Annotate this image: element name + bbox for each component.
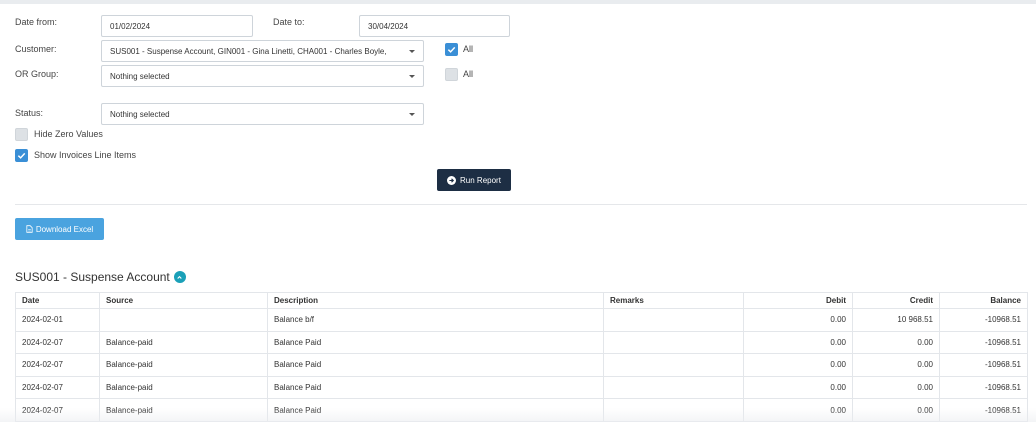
customer-select-value: SUS001 - Suspense Account, GIN001 - Gina…	[110, 46, 387, 56]
run-report-label: Run Report	[460, 175, 501, 185]
cell-debit: 0.00	[743, 353, 853, 377]
status-select-value: Nothing selected	[110, 109, 170, 119]
cell-debit: 0.00	[743, 398, 853, 422]
section-header: SUS001 - Suspense Account	[15, 270, 186, 284]
or-group-label: OR Group:	[15, 69, 59, 79]
cell-date: 2024-02-07	[15, 398, 100, 422]
caret-down-icon	[409, 74, 415, 78]
cell-description: Balance Paid	[267, 375, 604, 400]
date-to-value: 30/04/2024	[368, 21, 409, 31]
date-to-input[interactable]: 30/04/2024	[359, 15, 510, 37]
section-title: SUS001 - Suspense Account	[15, 270, 170, 284]
file-icon	[26, 225, 33, 233]
table-row: 2024-02-07 Balance-paid Balance Paid 0.0…	[15, 330, 1028, 355]
hide-zero-checkbox[interactable]	[15, 128, 28, 141]
cell-remarks	[603, 308, 744, 332]
column-header-description: Description	[267, 292, 604, 309]
or-group-all-checkbox[interactable]	[445, 68, 458, 81]
table-row: 2024-02-07 Balance-paid Balance Paid 0.0…	[15, 375, 1028, 400]
cell-remarks	[603, 398, 744, 422]
cell-credit: 0.00	[852, 353, 940, 377]
run-report-button[interactable]: Run Report	[437, 169, 511, 191]
cell-credit: 0.00	[852, 375, 940, 400]
cell-description: Balance Paid	[267, 353, 604, 377]
customer-select[interactable]: SUS001 - Suspense Account, GIN001 - Gina…	[101, 40, 424, 62]
cell-remarks	[603, 375, 744, 400]
cell-remarks	[603, 353, 744, 377]
cell-date: 2024-02-01	[15, 308, 100, 332]
date-from-label: Date from:	[15, 17, 58, 27]
status-select[interactable]: Nothing selected	[101, 103, 424, 125]
table-row: 2024-02-07 Balance-paid Balance Paid 0.0…	[15, 353, 1028, 377]
cell-balance: -10968.51	[939, 375, 1028, 400]
cell-credit: 0.00	[852, 398, 940, 422]
cell-source: Balance-paid	[99, 375, 268, 400]
date-from-input[interactable]: 01/02/2024	[101, 15, 253, 37]
date-to-label: Date to:	[273, 17, 305, 27]
cell-balance: -10968.51	[939, 330, 1028, 355]
cell-debit: 0.00	[743, 375, 853, 400]
customer-label: Customer:	[15, 44, 57, 54]
cell-balance: -10968.51	[939, 353, 1028, 377]
column-header-remarks: Remarks	[603, 292, 744, 309]
cell-source: Balance-paid	[99, 330, 268, 355]
cell-remarks	[603, 330, 744, 355]
cell-debit: 0.00	[743, 330, 853, 355]
chevron-up-circle-icon[interactable]	[173, 271, 186, 283]
download-excel-label: Download Excel	[35, 224, 94, 234]
column-header-source: Source	[99, 292, 268, 309]
date-from-value: 01/02/2024	[110, 21, 151, 31]
table-row: 2024-02-01 Balance b/f 0.00 10 968.51 -1…	[15, 308, 1028, 332]
cell-date: 2024-02-07	[15, 375, 100, 400]
or-group-select-value: Nothing selected	[110, 71, 170, 81]
divider	[15, 204, 1027, 205]
show-invoice-lines-label: Show Invoices Line Items	[34, 150, 137, 160]
status-label: Status:	[15, 108, 44, 118]
cell-date: 2024-02-07	[15, 330, 100, 355]
cell-balance: -10968.51	[939, 308, 1028, 332]
cell-credit: 0.00	[852, 330, 940, 355]
cell-source: Balance-paid	[99, 398, 268, 422]
table-row: 2024-02-07 Balance-paid Balance Paid 0.0…	[15, 398, 1028, 422]
customer-all-label: All	[463, 44, 474, 54]
caret-down-icon	[409, 112, 415, 116]
check-icon	[447, 46, 456, 53]
top-strip	[0, 0, 1036, 4]
circle-arrow-right-icon	[447, 175, 457, 185]
cell-source	[99, 308, 268, 332]
caret-down-icon	[409, 49, 415, 53]
cell-description: Balance Paid	[267, 398, 604, 422]
column-header-credit: Credit	[852, 292, 940, 309]
table-header-row: Date Source Description Remarks Debit Cr…	[15, 292, 1028, 309]
hide-zero-label: Hide Zero Values	[34, 129, 103, 139]
cell-balance: -10968.51	[939, 398, 1028, 422]
customer-all-checkbox[interactable]	[445, 43, 458, 56]
cell-source: Balance-paid	[99, 353, 268, 377]
column-header-debit: Debit	[743, 292, 853, 309]
cell-credit: 10 968.51	[852, 308, 940, 332]
cell-date: 2024-02-07	[15, 353, 100, 377]
cell-description: Balance Paid	[267, 330, 604, 355]
column-header-date: Date	[15, 292, 100, 309]
or-group-select[interactable]: Nothing selected	[101, 65, 424, 87]
download-excel-button[interactable]: Download Excel	[15, 218, 104, 240]
report-table: Date Source Description Remarks Debit Cr…	[15, 292, 1028, 422]
or-group-all-label: All	[463, 69, 474, 79]
show-invoice-lines-checkbox[interactable]	[15, 149, 28, 162]
column-header-balance: Balance	[939, 292, 1028, 309]
check-icon	[17, 152, 26, 159]
cell-description: Balance b/f	[267, 308, 604, 332]
cell-debit: 0.00	[743, 308, 853, 332]
